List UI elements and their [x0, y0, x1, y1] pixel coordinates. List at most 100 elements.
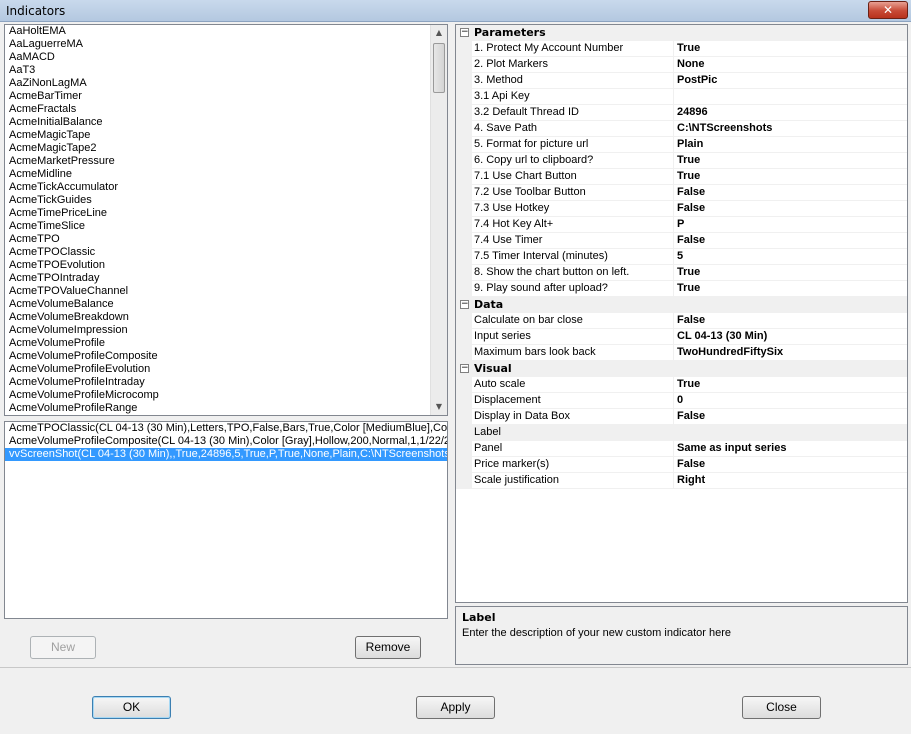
indicator-list-scrollbar[interactable]: ▲ ▼ — [430, 25, 447, 415]
property-row[interactable]: 9. Play sound after upload? True — [456, 281, 907, 297]
property-value[interactable]: 0 — [674, 393, 907, 409]
scroll-up-icon[interactable]: ▲ — [431, 25, 447, 41]
property-row[interactable]: 7.4 Use Timer False — [456, 233, 907, 249]
new-button[interactable]: New — [30, 636, 96, 659]
property-value[interactable]: None — [674, 57, 907, 73]
indicator-list-item[interactable]: AcmeTPOEvolution — [5, 259, 431, 272]
indicator-list-item[interactable]: AcmeInitialBalance — [5, 116, 431, 129]
property-value[interactable]: False — [674, 313, 907, 329]
property-row[interactable]: Input series CL 04-13 (30 Min) — [456, 329, 907, 345]
applied-indicator-item[interactable]: AcmeTPOClassic(CL 04-13 (30 Min),Letters… — [5, 422, 447, 435]
property-value[interactable]: False — [674, 457, 907, 473]
indicator-list-item[interactable]: AcmeVolumeProfileIntraday — [5, 376, 431, 389]
indicator-list-item[interactable]: AaT3 — [5, 64, 431, 77]
property-grid[interactable]: − Parameters 1. Protect My Account Number T… — [455, 24, 908, 603]
property-row[interactable]: 3.1 Api Key — [456, 89, 907, 105]
close-button[interactable]: Close — [742, 696, 821, 719]
applied-indicator-item[interactable]: vvScreenShot(CL 04-13 (30 Min),,True,248… — [5, 448, 447, 461]
indicator-list-item[interactable]: AcmeBarTimer — [5, 90, 431, 103]
indicator-list-item[interactable]: AcmeVolumeBalance — [5, 298, 431, 311]
property-row[interactable]: 7.3 Use Hotkey False — [456, 201, 907, 217]
indicator-list-item[interactable]: AcmeMarketPressure — [5, 155, 431, 168]
indicator-list-item[interactable]: AaLaguerreMA — [5, 38, 431, 51]
indicator-list-item[interactable]: AaHoltEMA — [5, 25, 431, 38]
property-row[interactable]: 5. Format for picture url Plain — [456, 137, 907, 153]
property-row[interactable]: Displacement 0 — [456, 393, 907, 409]
property-value[interactable]: 5 — [674, 249, 907, 265]
indicator-list-item[interactable]: AcmeVolumeProfileRange — [5, 402, 431, 415]
indicator-list-item[interactable]: AcmeTickAccumulator — [5, 181, 431, 194]
property-row[interactable]: 3. Method PostPic — [456, 73, 907, 89]
property-value[interactable]: False — [674, 233, 907, 249]
property-value[interactable]: False — [674, 185, 907, 201]
indicator-list-item[interactable]: AcmeTPOClassic — [5, 246, 431, 259]
applied-indicator-list[interactable]: AcmeTPOClassic(CL 04-13 (30 Min),Letters… — [4, 421, 448, 619]
indicator-list-item[interactable]: AcmeTPO — [5, 233, 431, 246]
collapse-icon[interactable]: − — [460, 364, 469, 373]
property-value[interactable]: True — [674, 377, 907, 393]
property-row[interactable]: Maximum bars look back TwoHundredFiftySix — [456, 345, 907, 361]
apply-button[interactable]: Apply — [416, 696, 495, 719]
remove-button[interactable]: Remove — [355, 636, 421, 659]
indicator-list-item[interactable]: AcmeFractals — [5, 103, 431, 116]
indicator-list-item[interactable]: AaZiNonLagMA — [5, 77, 431, 90]
indicator-list-item[interactable]: AaMACD — [5, 51, 431, 64]
indicator-list-item[interactable]: AcmeVolumeBreakdown — [5, 311, 431, 324]
property-value[interactable]: True — [674, 41, 907, 57]
property-row[interactable]: 7.2 Use Toolbar Button False — [456, 185, 907, 201]
property-value[interactable]: True — [674, 169, 907, 185]
property-value[interactable]: True — [674, 265, 907, 281]
category-visual[interactable]: − Visual — [456, 361, 907, 377]
property-value[interactable]: TwoHundredFiftySix — [674, 345, 907, 361]
indicator-list-item[interactable]: AcmeTPOIntraday — [5, 272, 431, 285]
applied-indicator-item[interactable]: AcmeVolumeProfileComposite(CL 04-13 (30 … — [5, 435, 447, 448]
property-value[interactable]: P — [674, 217, 907, 233]
indicator-list-item[interactable]: AcmeVolumeImpression — [5, 324, 431, 337]
property-row[interactable]: Display in Data Box False — [456, 409, 907, 425]
scroll-thumb[interactable] — [433, 43, 445, 93]
property-value[interactable]: True — [674, 153, 907, 169]
property-value[interactable]: Same as input series — [674, 441, 907, 457]
property-row[interactable]: 3.2 Default Thread ID 24896 — [456, 105, 907, 121]
property-value[interactable]: False — [674, 409, 907, 425]
property-row[interactable]: Panel Same as input series — [456, 441, 907, 457]
indicator-list-item[interactable]: AcmeVolumeProfile — [5, 337, 431, 350]
category-data[interactable]: − Data — [456, 297, 907, 313]
indicator-list-item[interactable]: AcmeVolumeProfileMicrocomp — [5, 389, 431, 402]
collapse-icon[interactable]: − — [460, 300, 469, 309]
indicator-list-item[interactable]: AcmeMagicTape — [5, 129, 431, 142]
indicator-list-item[interactable]: AcmeTPOValueChannel — [5, 285, 431, 298]
property-value[interactable]: Plain — [674, 137, 907, 153]
category-parameters[interactable]: − Parameters — [456, 25, 907, 41]
indicator-list-item[interactable]: AcmeVolumeProfileEvolution — [5, 363, 431, 376]
property-row[interactable]: Auto scale True — [456, 377, 907, 393]
property-row[interactable]: 4. Save Path C:\NTScreenshots — [456, 121, 907, 137]
property-row[interactable]: 8. Show the chart button on left. True — [456, 265, 907, 281]
property-value[interactable]: CL 04-13 (30 Min) — [674, 329, 907, 345]
property-value[interactable]: 24896 — [674, 105, 907, 121]
property-row[interactable]: Label — [456, 425, 907, 441]
indicator-list-item[interactable]: AcmeMagicTape2 — [5, 142, 431, 155]
collapse-icon[interactable]: − — [460, 28, 469, 37]
indicator-list-item[interactable]: AcmeTimePriceLine — [5, 207, 431, 220]
close-window-button[interactable]: ✕ — [868, 1, 908, 19]
property-value[interactable]: PostPic — [674, 73, 907, 89]
property-row[interactable]: Calculate on bar close False — [456, 313, 907, 329]
property-row[interactable]: 7.5 Timer Interval (minutes) 5 — [456, 249, 907, 265]
indicator-list-item[interactable]: AcmeTimeSlice — [5, 220, 431, 233]
property-row[interactable]: 6. Copy url to clipboard? True — [456, 153, 907, 169]
property-value[interactable]: False — [674, 201, 907, 217]
indicator-list-item[interactable]: AcmeTickGuides — [5, 194, 431, 207]
property-value[interactable] — [674, 89, 907, 105]
property-row[interactable]: 1. Protect My Account Number True — [456, 41, 907, 57]
ok-button[interactable]: OK — [92, 696, 171, 719]
indicator-list[interactable]: AaHoltEMA AaLaguerreMA AaMACD AaT3 AaZiNonLa… — [4, 24, 448, 416]
property-row[interactable]: 7.1 Use Chart Button True — [456, 169, 907, 185]
property-value[interactable]: C:\NTScreenshots — [674, 121, 907, 137]
property-row[interactable]: Price marker(s) False — [456, 457, 907, 473]
property-row[interactable]: 2. Plot Markers None — [456, 57, 907, 73]
property-row[interactable]: 7.4 Hot Key Alt+ P — [456, 217, 907, 233]
indicator-list-item[interactable]: AcmeVolumeProfileComposite — [5, 350, 431, 363]
scroll-down-icon[interactable]: ▼ — [431, 399, 447, 415]
property-value[interactable]: Right — [674, 473, 907, 489]
